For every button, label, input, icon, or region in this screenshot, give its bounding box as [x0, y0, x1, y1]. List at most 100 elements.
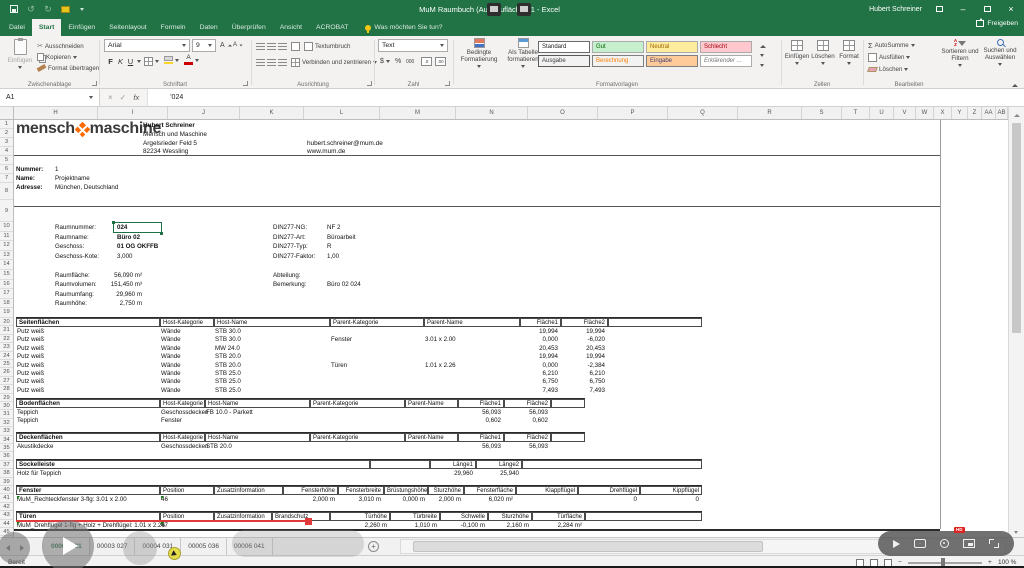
cell: 6,750 — [589, 378, 605, 386]
zoom-in-button[interactable]: + — [988, 559, 992, 566]
cell: 0,000 — [542, 336, 558, 344]
cell: 0,000 — [542, 361, 558, 369]
cell: STB 20.0 — [215, 353, 241, 361]
horizontal-scroll-thumb[interactable] — [413, 541, 763, 552]
table-column-header: Fläche2 — [561, 318, 608, 327]
cell: STB 20.0 — [215, 361, 241, 369]
table-column-header: Türfläche — [532, 512, 585, 521]
vertical-scroll-thumb[interactable] — [1012, 123, 1021, 333]
fullscreen-icon[interactable] — [989, 539, 999, 548]
cell: 0 — [695, 496, 699, 503]
table-column-header: Sturzhöhe — [488, 512, 532, 521]
cell: 2,000 m — [312, 496, 335, 503]
cell: 6,020 m² — [488, 496, 513, 503]
video-play-button[interactable] — [42, 520, 94, 568]
new-sheet-button[interactable]: + — [368, 541, 379, 552]
zoom-slider[interactable] — [908, 562, 982, 564]
cell: Putz weiß — [17, 378, 45, 386]
vertical-scrollbar[interactable] — [1008, 107, 1024, 537]
cell: 56,093 — [529, 443, 548, 450]
settings-gear-icon[interactable] — [940, 539, 949, 548]
cell: 3,010 m — [358, 496, 381, 503]
table-column-header: Parent-Name — [405, 433, 458, 442]
selection-fill-handle — [160, 231, 163, 235]
cell: 1.01 x 2.26 — [425, 361, 456, 369]
table-column-header: Fläche1 — [458, 433, 504, 442]
cell: 3.01 x 2.00 — [425, 336, 456, 344]
cell: Fenster — [331, 336, 352, 344]
cell: Wände — [161, 336, 181, 344]
page-break-line — [940, 120, 941, 529]
scroll-up-icon[interactable] — [1014, 110, 1020, 120]
cell: MuM_Rechteckfenster 3-flg: 3.01 x 2.00 — [17, 496, 127, 503]
cell: 2,000 m — [438, 496, 461, 503]
field-label: Adresse: — [16, 184, 43, 191]
field-value: Büro 02 024 — [327, 281, 361, 289]
table-column-header: Parent-Name — [424, 318, 520, 327]
table-column-header: Host-Name — [205, 399, 310, 408]
field-value: Büroarbeit — [327, 233, 356, 241]
field-label: DIN277-Faktor: — [273, 252, 316, 260]
cell: Teppich — [17, 409, 39, 416]
table-column-header — [608, 318, 702, 327]
comment-marker — [161, 522, 164, 525]
pip-icon[interactable] — [963, 539, 975, 548]
red-annotation-marker — [305, 517, 312, 525]
cell: 19,994 — [539, 328, 558, 335]
table-column-header: Fläche2 — [504, 399, 551, 408]
hd-badge: HD — [954, 527, 965, 533]
cell: 19,994 — [586, 328, 605, 335]
cell: STB 20.0 — [206, 443, 232, 450]
scroll-down-icon[interactable] — [1014, 527, 1018, 537]
table-column-header: Host-Kategorie — [160, 318, 214, 327]
cell: 6,750 — [542, 378, 558, 386]
cell: Putz weiß — [17, 386, 45, 394]
cell: Wände — [161, 370, 181, 377]
table-column-header — [370, 460, 430, 469]
field-label: Nummer: — [16, 166, 44, 173]
cell: 20,453 — [586, 344, 605, 352]
player-overlay-circle-2 — [123, 531, 157, 565]
cell: 25,940 — [500, 470, 519, 477]
cell: 46 — [161, 496, 168, 503]
cell: 7,493 — [589, 386, 605, 394]
cell: Geschossdecken — [161, 443, 209, 450]
cell: Wände — [161, 328, 181, 335]
cell: 6,210 — [542, 370, 558, 377]
table-column-header: Fläche2 — [504, 433, 551, 442]
divider-line — [14, 206, 940, 207]
cell: Putz weiß — [17, 328, 45, 335]
keystroke-overlay-pill — [232, 530, 364, 557]
cell: Fenster — [161, 417, 182, 425]
field-label: Geschoss-Kote: — [55, 252, 100, 260]
zoom-out-button[interactable]: − — [898, 559, 902, 566]
zoom-level: 100 % — [998, 559, 1017, 566]
field-label: Name: — [16, 175, 35, 182]
captions-icon[interactable]: ·· — [914, 539, 926, 548]
cell: 19,994 — [539, 353, 558, 361]
cell: 0,602 — [485, 417, 501, 425]
cell: Putz weiß — [17, 344, 45, 352]
table-column-header — [522, 460, 702, 469]
table-column-header: Host-Name — [205, 433, 310, 442]
field-value: 3,000 — [117, 252, 133, 260]
field-value: 151,450 m³ — [110, 281, 142, 289]
cell: -2,384 — [587, 361, 605, 369]
cell: Geschossdecken — [161, 409, 209, 416]
table-column-header: Drehflügel — [578, 486, 640, 495]
cell: 56,093 — [482, 443, 501, 450]
field-value: 1 — [55, 166, 59, 173]
player-play-icon[interactable] — [893, 539, 900, 548]
contact-line: hubert.schreiner@mum.de — [307, 139, 383, 147]
table-column-header: Fläche1 — [520, 318, 561, 327]
table-column-header: Host-Kategorie — [160, 433, 205, 442]
cell: 0,602 — [532, 417, 548, 425]
table-column-header: Parent-Name — [405, 399, 458, 408]
worksheet[interactable]: mensch maschine Hubert Schreiner Mensch und… — [0, 0, 1024, 568]
sheet-tab-4[interactable]: 00005 036 — [181, 538, 227, 555]
cell: 6,210 — [589, 370, 605, 377]
cell: Teppich — [17, 417, 39, 425]
table-column-header: Parent-Kategorie — [310, 399, 405, 408]
table-column-header: Zusatzinformation — [214, 486, 283, 495]
field-value: NF 2 — [327, 224, 341, 231]
